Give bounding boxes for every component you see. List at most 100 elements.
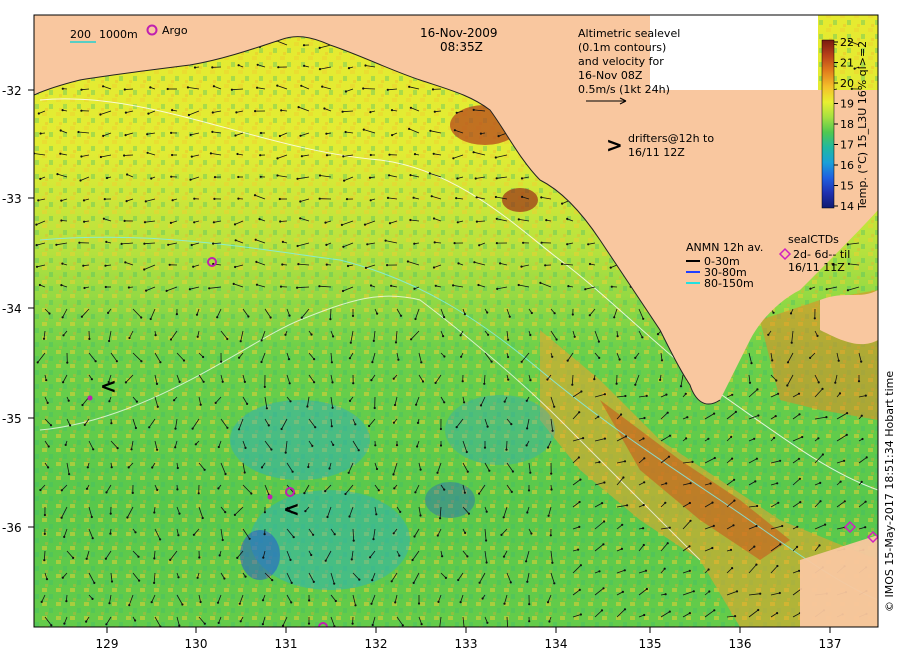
- velocity-arrow-head: [624, 435, 628, 438]
- velocity-arrow-head: [90, 515, 93, 519]
- drifters-line: 16/11 12Z: [628, 146, 685, 159]
- velocity-arrow-head: [613, 316, 616, 319]
- velocity-arrow-head: [392, 473, 395, 476]
- velocity-arrow-head: [819, 500, 822, 503]
- velocity-arrow-head: [178, 380, 181, 383]
- velocity-arrow-head: [143, 221, 147, 224]
- drifter-legend-icon: >: [606, 133, 623, 157]
- velocity-arrow-head: [167, 243, 170, 246]
- velocity-arrow-head: [416, 421, 420, 424]
- velocity-arrow-head: [517, 218, 520, 221]
- velocity-arrow-head: [566, 217, 569, 220]
- velocity-arrow-head: [597, 340, 601, 343]
- velocity-arrow-head: [456, 177, 459, 180]
- velocity-arrow-head: [460, 355, 463, 358]
- velocity-arrow-head: [846, 412, 849, 415]
- velocity-arrow-head: [392, 421, 395, 424]
- velocity-arrow-head: [615, 382, 618, 385]
- velocity-arrow-head: [417, 602, 421, 605]
- velocity-arrow-head: [348, 515, 351, 518]
- velocity-arrow-head: [413, 153, 417, 156]
- velocity-arrow-head: [666, 542, 669, 545]
- velocity-arrow-head: [529, 333, 532, 337]
- velocity-arrow-head: [169, 338, 173, 341]
- velocity-arrow-head: [216, 316, 219, 319]
- velocity-arrow-head: [165, 289, 168, 292]
- velocity-arrow-head: [364, 64, 367, 67]
- velocity-arrow-head: [236, 556, 239, 560]
- velocity-arrow-head: [642, 527, 645, 530]
- velocity-arrow-head: [415, 403, 418, 406]
- velocity-arrow-head: [642, 503, 645, 507]
- velocity-arrow-head: [194, 443, 197, 446]
- velocity-arrow: [124, 88, 134, 90]
- velocity-arrow-head: [507, 378, 510, 381]
- velocity-arrow-head: [526, 427, 529, 430]
- velocity-arrow-head: [729, 548, 733, 552]
- velocity-arrow-head: [373, 406, 376, 410]
- lat-tick: -36: [2, 521, 22, 535]
- velocity-arrow-head: [91, 597, 94, 601]
- velocity-arrow-head: [47, 445, 50, 448]
- velocity-arrow-head: [127, 286, 130, 289]
- velocity-arrow-head: [660, 359, 664, 362]
- velocity-arrow-head: [45, 578, 49, 581]
- velocity-arrow-head: [178, 624, 181, 627]
- velocity-arrow-head: [588, 262, 592, 266]
- velocity-arrow-head: [432, 217, 436, 220]
- velocity-arrow-head: [105, 176, 109, 180]
- velocity-arrow-head: [263, 533, 266, 536]
- velocity-arrow-head: [143, 242, 146, 245]
- altimetric-line: 0.5m/s (1kt 24h): [578, 83, 670, 96]
- velocity-arrow-head: [553, 405, 556, 408]
- velocity-arrow-head: [88, 337, 91, 340]
- velocity-arrow-head: [110, 466, 113, 469]
- velocity-arrow-head: [567, 285, 570, 288]
- velocity-arrow-head: [238, 602, 241, 605]
- velocity-arrow-head: [485, 561, 488, 564]
- velocity-arrow-head: [256, 86, 259, 89]
- velocity-arrow-head: [463, 313, 466, 316]
- velocity-arrow-head: [39, 132, 42, 135]
- anmn-row-label: 80-150m: [704, 277, 754, 290]
- velocity-arrow-head: [453, 242, 456, 245]
- velocity-arrow-head: [156, 448, 159, 451]
- velocity-arrow-head: [444, 576, 447, 580]
- velocity-arrow-head: [620, 547, 624, 551]
- map-time: 08:35Z: [440, 40, 483, 54]
- velocity-arrow-head: [299, 134, 302, 137]
- velocity-arrow-head: [288, 314, 291, 317]
- velocity-arrow-head: [342, 245, 345, 248]
- velocity-arrow-head: [539, 281, 542, 284]
- velocity-arrow-head: [103, 198, 106, 201]
- velocity-arrow-head: [168, 263, 171, 266]
- velocity-arrow-head: [809, 356, 812, 359]
- velocity-arrow-head: [388, 153, 391, 156]
- velocity-arrow-head: [495, 177, 498, 180]
- velocity-arrow-head: [490, 360, 493, 363]
- velocity-arrow-head: [331, 381, 334, 384]
- velocity-arrow-head: [92, 448, 95, 451]
- velocity-arrow-head: [217, 487, 220, 490]
- velocity-arrow-head: [174, 427, 177, 430]
- velocity-arrow-head: [211, 111, 214, 114]
- velocity-arrow-head: [546, 378, 549, 381]
- velocity-arrow-head: [546, 446, 550, 449]
- velocity-arrow-head: [527, 489, 531, 492]
- credit-text: © IMOS 15-May-2017 18:51:34 Hobart time: [883, 371, 896, 612]
- velocity-arrow-head: [186, 86, 189, 89]
- velocity-arrow-head: [731, 567, 734, 570]
- velocity-arrow-head: [296, 286, 299, 289]
- velocity-arrow-head: [148, 426, 151, 429]
- velocity-arrow-head: [409, 218, 412, 222]
- velocity-arrow-head: [779, 459, 782, 462]
- velocity-arrow-head: [287, 358, 291, 361]
- velocity-arrow-head: [46, 401, 49, 404]
- velocity-arrow-head: [707, 437, 710, 440]
- velocity-arrow-head: [66, 361, 69, 364]
- velocity-arrow-head: [195, 313, 199, 316]
- velocity-arrow-head: [755, 524, 758, 528]
- velocity-arrow-head: [253, 194, 257, 197]
- velocity-arrow-head: [522, 241, 525, 244]
- velocity-arrow-head: [789, 312, 793, 315]
